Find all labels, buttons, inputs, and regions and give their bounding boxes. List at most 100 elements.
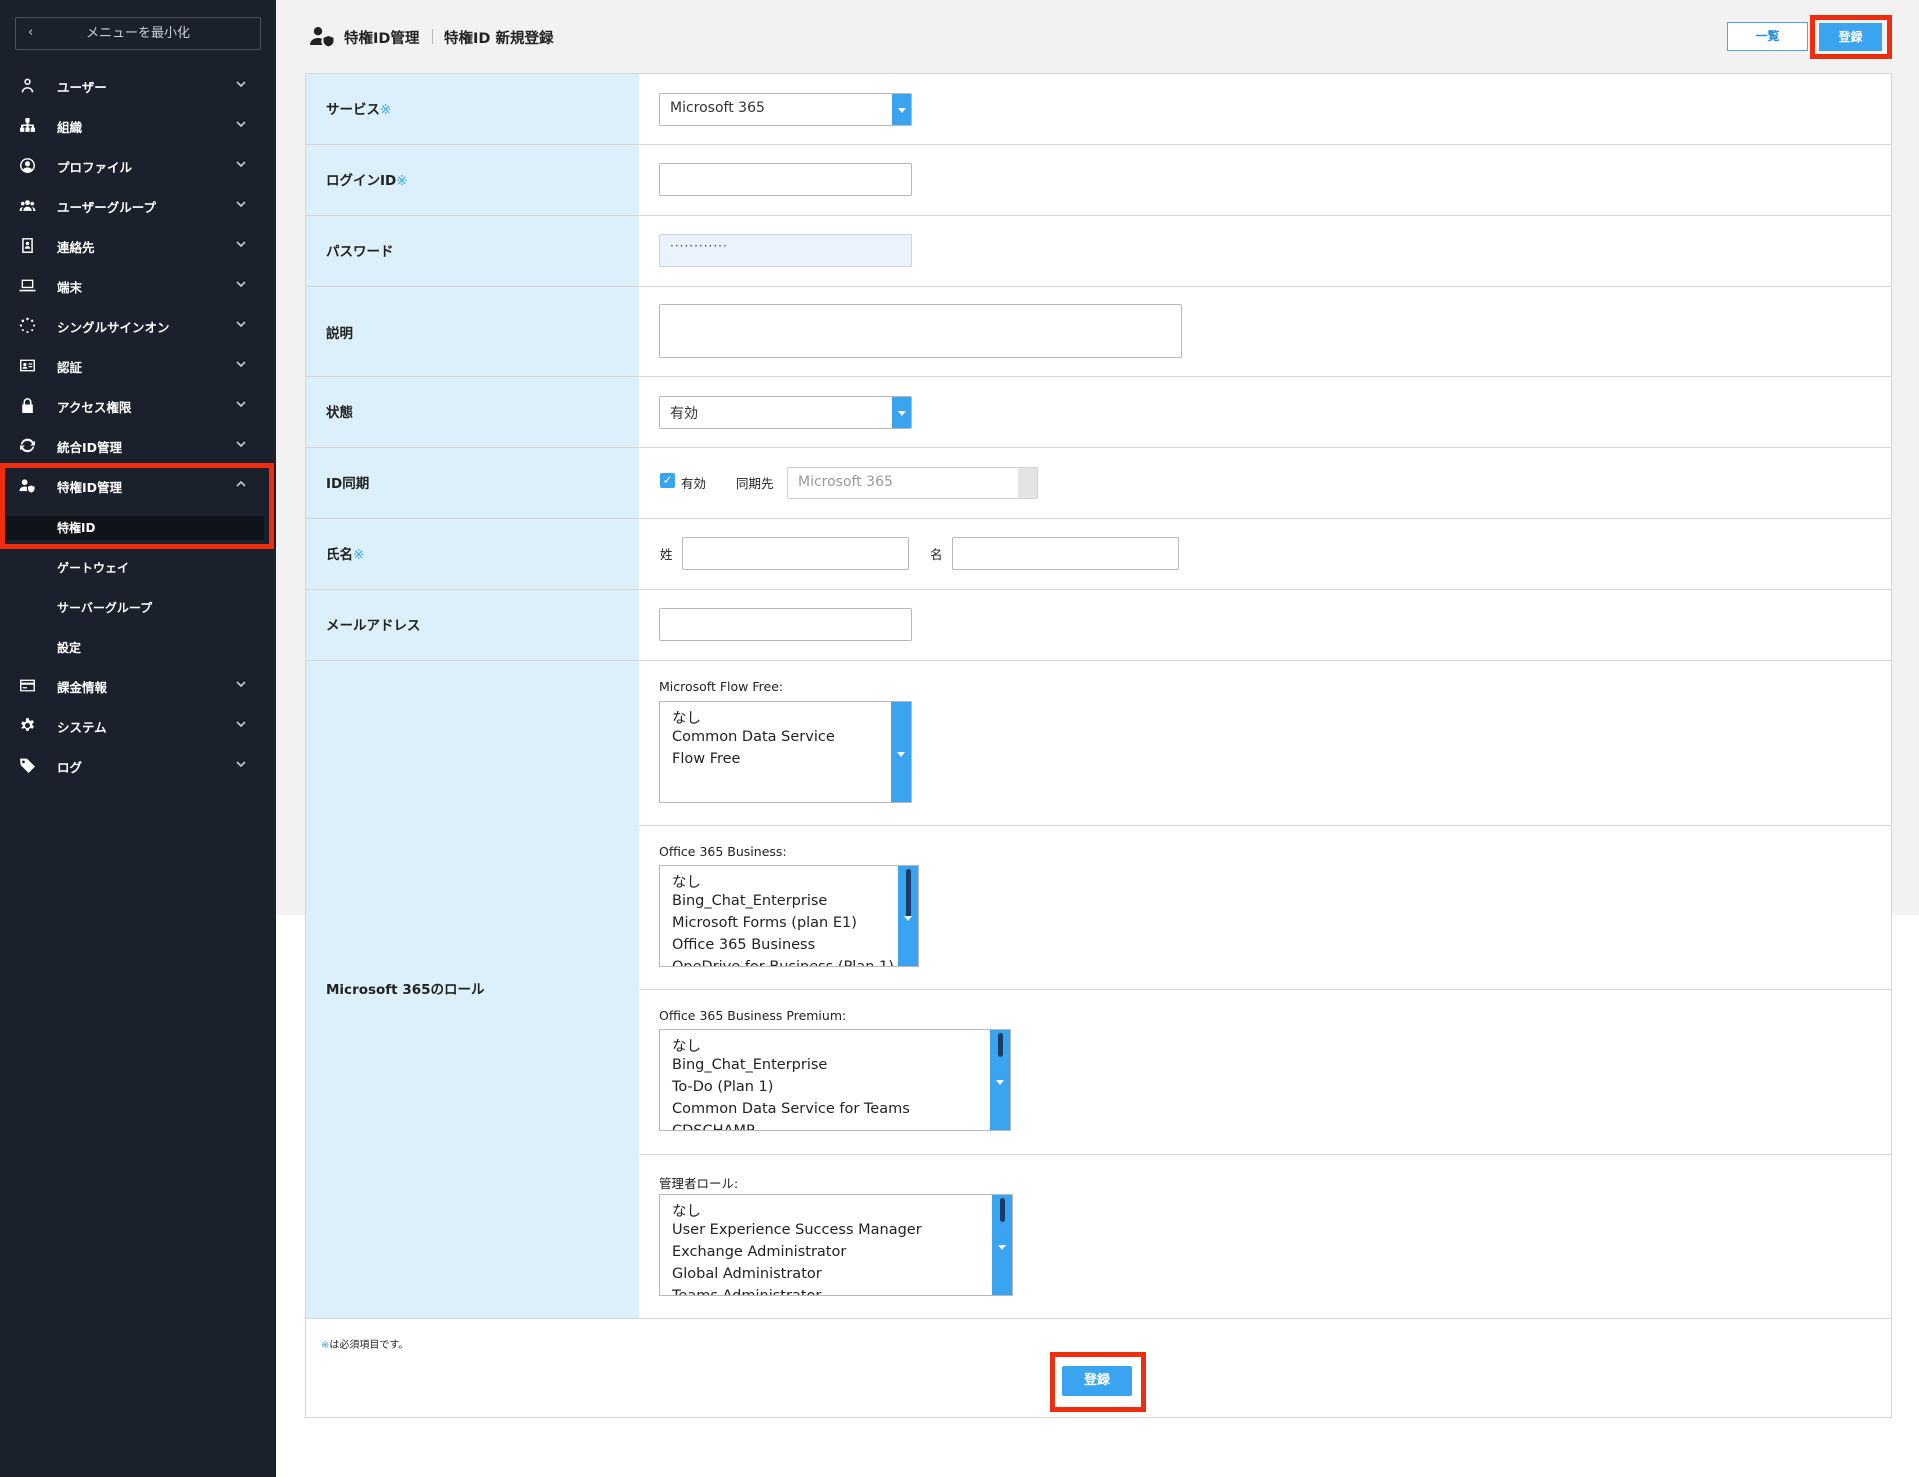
sidebar-subitem-label: 設定 — [57, 641, 82, 655]
sidebar-item-label: システム — [57, 720, 107, 735]
sidebar-item-label: 端末 — [57, 280, 83, 295]
sidebar-item-access[interactable]: アクセス権限 — [0, 385, 276, 425]
list-button[interactable]: 一覧 — [1727, 22, 1808, 51]
list-option[interactable]: Flow Free — [672, 751, 740, 767]
sidebar-item-label: プロファイル — [57, 160, 133, 175]
register-button-top[interactable]: 登録 — [1819, 23, 1882, 51]
privileged-user-icon — [18, 476, 36, 494]
registration-form: サービス※ Microsoft 365 ログインID※ パスワード ······… — [305, 73, 1892, 1418]
sidebar-item-integrated-id[interactable]: 統合ID管理 — [0, 425, 276, 465]
sidebar-item-contact[interactable]: 連絡先 — [0, 225, 276, 265]
first-name-input[interactable] — [952, 537, 1179, 570]
list-option[interactable]: なし — [672, 871, 701, 892]
sidebar-item-profile[interactable]: プロファイル — [0, 145, 276, 185]
label-cell: Microsoft 365のロール — [306, 661, 639, 1318]
sidebar-item-label: 組織 — [57, 120, 83, 135]
list-option[interactable]: Office 365 Business — [672, 937, 815, 953]
scrollbar-thumb[interactable] — [1000, 1198, 1005, 1222]
role-listbox-o365-business-premium[interactable]: なし Bing_Chat_Enterprise To-Do (Plan 1) C… — [659, 1029, 1011, 1131]
sidebar-subitem-gateway[interactable]: ゲートウェイ — [0, 548, 276, 584]
sidebar-item-auth[interactable]: 認証 — [0, 345, 276, 385]
form-row-roles: Microsoft 365のロール Microsoft Flow Free: な… — [306, 661, 1891, 1319]
listbox-scrollbar[interactable] — [891, 702, 911, 802]
chevron-up-icon — [236, 477, 246, 487]
list-option[interactable]: なし — [672, 1200, 701, 1221]
chevron-down-icon — [236, 277, 246, 288]
list-option[interactable]: Bing_Chat_Enterprise — [672, 1057, 827, 1073]
listbox-scrollbar[interactable] — [898, 866, 918, 966]
sidebar-item-sso[interactable]: シングルサインオン — [0, 305, 276, 345]
login-id-input[interactable] — [659, 163, 912, 196]
list-option[interactable]: なし — [672, 707, 701, 728]
sidebar-item-label: ログ — [57, 760, 83, 775]
field-label: 説明 — [326, 326, 353, 342]
sidebar-item-privileged-id[interactable]: 特権ID管理 — [0, 465, 276, 505]
sidebar-subitem-privileged-id[interactable]: 特権ID — [0, 508, 276, 544]
field-label: Microsoft 365のロール — [326, 982, 485, 998]
sidebar-item-label: シングルサインオン — [57, 320, 170, 335]
sync-target-value: Microsoft 365 — [798, 474, 893, 490]
list-option[interactable]: To-Do (Plan 1) — [672, 1079, 773, 1095]
label-cell: メールアドレス — [306, 590, 639, 660]
listbox-scrollbar[interactable] — [990, 1030, 1010, 1130]
collapse-menu-label: メニューを最小化 — [85, 26, 190, 41]
sidebar-subitem-server-group[interactable]: サーバーグループ — [0, 588, 276, 624]
scrollbar-thumb[interactable] — [906, 869, 911, 919]
service-select[interactable]: Microsoft 365 — [659, 93, 912, 126]
sidebar-subitem-settings[interactable]: 設定 — [0, 628, 276, 664]
role-listbox-o365-business[interactable]: なし Bing_Chat_Enterprise Microsoft Forms … — [659, 865, 919, 967]
form-row-status: 状態 有効 — [306, 377, 1891, 448]
sidebar-item-device[interactable]: 端末 — [0, 265, 276, 305]
sidebar-item-user-group[interactable]: ユーザーグループ — [0, 185, 276, 225]
sidebar-item-system[interactable]: システム — [0, 705, 276, 745]
role-group-label: Office 365 Business Premium: — [659, 1008, 847, 1023]
role-listbox-flow-free[interactable]: なし Common Data Service Flow Free — [659, 701, 912, 803]
dropdown-arrow-icon — [892, 397, 911, 428]
sidebar-item-label: ユーザー — [57, 80, 107, 95]
list-option[interactable]: Microsoft Forms (plan E1) — [672, 915, 857, 931]
contact-icon — [18, 236, 36, 254]
list-option[interactable]: Teams Administrator — [672, 1288, 821, 1295]
sidebar-subitem-label: 特権ID — [57, 521, 96, 535]
chevron-down-icon — [236, 437, 246, 448]
status-select[interactable]: 有効 — [659, 396, 912, 429]
sync-target-select[interactable]: Microsoft 365 — [787, 467, 1038, 499]
sidebar-subitem-label: ゲートウェイ — [57, 561, 130, 575]
breadcrumb-separator — [432, 29, 433, 44]
sidebar-item-user[interactable]: ユーザー — [0, 65, 276, 105]
description-textarea[interactable] — [659, 304, 1182, 358]
list-option[interactable]: Bing_Chat_Enterprise — [672, 893, 827, 909]
list-option[interactable]: Common Data Service for Teams — [672, 1101, 910, 1117]
sidebar-item-billing[interactable]: 課金情報 — [0, 665, 276, 705]
field-label: パスワード — [326, 244, 394, 260]
org-icon — [18, 116, 36, 134]
form-row-login-id: ログインID※ — [306, 145, 1891, 216]
sidebar-item-org[interactable]: 組織 — [0, 105, 276, 145]
label-cell: パスワード — [306, 216, 639, 286]
gear-icon — [18, 716, 36, 734]
tag-icon — [18, 756, 36, 774]
last-name-input[interactable] — [682, 537, 909, 570]
list-option[interactable]: User Experience Success Manager — [672, 1222, 922, 1238]
list-option[interactable]: Exchange Administrator — [672, 1244, 846, 1260]
dropdown-arrow-icon — [1018, 468, 1037, 498]
sidebar-item-label: ユーザーグループ — [57, 200, 157, 215]
form-row-password: パスワード ············ — [306, 216, 1891, 287]
listbox-scrollbar[interactable] — [992, 1195, 1012, 1295]
sidebar-item-log[interactable]: ログ — [0, 745, 276, 785]
list-option[interactable]: OneDrive for Business (Plan 1) — [672, 959, 894, 966]
collapse-menu-button[interactable]: ‹ メニューを最小化 — [15, 17, 261, 50]
role-listbox-admin[interactable]: なし User Experience Success Manager Excha… — [659, 1194, 1013, 1296]
email-input[interactable] — [659, 608, 912, 641]
password-input[interactable]: ············ — [659, 234, 912, 267]
sidebar: ‹ メニューを最小化 ユーザー 組織 プロファイル ユーザーグループ 連絡先 端… — [0, 0, 276, 1477]
scrollbar-thumb[interactable] — [998, 1033, 1003, 1057]
register-button-bottom[interactable]: 登録 — [1062, 1366, 1132, 1396]
list-option[interactable]: なし — [672, 1035, 701, 1056]
dropdown-arrow-icon — [892, 94, 911, 125]
list-option[interactable]: Common Data Service — [672, 729, 835, 745]
list-option[interactable]: Global Administrator — [672, 1266, 822, 1282]
list-option[interactable]: CDSCHAMP — [672, 1123, 755, 1130]
id-sync-checkbox[interactable]: ✓ — [660, 473, 675, 488]
field-label: ID同期 — [326, 476, 370, 492]
